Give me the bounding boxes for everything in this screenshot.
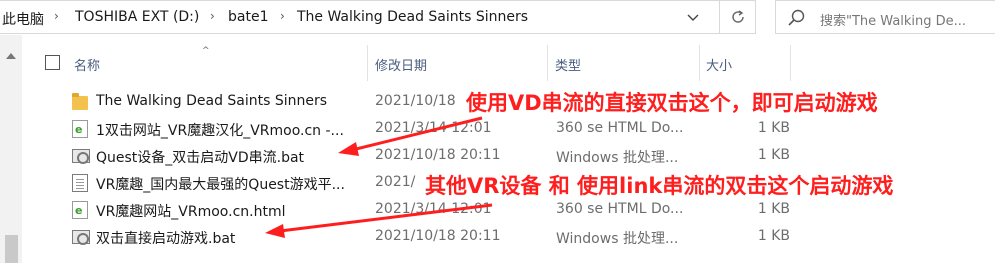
file-size: 1 KB: [757, 120, 790, 136]
breadcrumb-separator[interactable]: ›: [210, 9, 215, 23]
folder-icon: [72, 93, 88, 110]
html-file-icon: e: [72, 201, 88, 219]
breadcrumb-bate1[interactable]: bate1: [228, 9, 268, 25]
file-size: 1 KB: [757, 228, 790, 244]
column-divider[interactable]: [367, 45, 368, 81]
breadcrumb-this-pc[interactable]: 此电脑: [2, 9, 44, 29]
file-date: 2021/10/18: [375, 93, 456, 109]
column-header: ^ 名称 修改日期 类型 大小: [22, 45, 992, 81]
sort-ascending-icon: ^: [202, 46, 210, 56]
breadcrumb-drive[interactable]: TOSHIBA EXT (D:): [75, 9, 199, 25]
bat-file-icon: [72, 230, 90, 245]
file-name: The Walking Dead Saints Sinners: [96, 93, 328, 109]
file-size: 1 KB: [757, 147, 790, 163]
column-name[interactable]: 名称: [74, 55, 100, 74]
refresh-button[interactable]: [720, 0, 756, 34]
file-row-html-1[interactable]: e 1双击网站_VR魔趣汉化_VRmoo.cn -... 2021/3/14 1…: [60, 116, 995, 142]
address-history-dropdown[interactable]: [683, 8, 703, 28]
annotation-text-bottom: 其他VR设备 和 使用link串流的双击这个启动游戏: [425, 174, 894, 198]
file-type: 360 se HTML Do...: [556, 120, 684, 136]
bat-file-icon: [72, 149, 90, 164]
search-box[interactable]: 搜索"The Walking De...: [775, 0, 995, 34]
column-size[interactable]: 大小: [706, 55, 732, 74]
column-type[interactable]: 类型: [555, 55, 581, 74]
html-file-icon: e: [72, 120, 88, 138]
refresh-icon: [731, 10, 744, 23]
file-date: 2021/10/18 20:11: [375, 228, 501, 244]
file-row-html-2[interactable]: e VR魔趣网站_VRmoo.cn.html 2021/3/14 12:01 3…: [60, 197, 995, 223]
column-divider[interactable]: [699, 45, 700, 81]
breadcrumb-current-folder[interactable]: The Walking Dead Saints Sinners: [297, 9, 528, 25]
address-row: 此电脑 › TOSHIBA EXT (D:) › bate1 › The Wal…: [0, 0, 995, 35]
search-input[interactable]: 搜索"The Walking De...: [820, 10, 990, 29]
text-file-icon: [72, 174, 88, 192]
file-name: VR魔趣_国内最大最强的Quest游戏平...: [96, 177, 345, 193]
file-type: 360 se HTML Do...: [556, 201, 684, 217]
search-icon: [786, 8, 806, 28]
column-date[interactable]: 修改日期: [375, 55, 427, 74]
breadcrumb-separator[interactable]: ›: [280, 9, 285, 23]
scroll-up-icon[interactable]: [6, 53, 16, 59]
navigation-pane-edge: [0, 35, 22, 263]
file-name: Quest设备_双击启动VD串流.bat: [96, 150, 305, 166]
file-date: 2021/: [375, 174, 416, 190]
select-all-checkbox[interactable]: [45, 55, 60, 70]
file-name: VR魔趣网站_VRmoo.cn.html: [96, 204, 286, 220]
chevron-down-icon: [687, 14, 699, 21]
file-date: 2021/10/18 20:11: [375, 147, 501, 163]
column-divider[interactable]: [547, 45, 548, 81]
file-date: 2021/3/14 12:01: [375, 120, 492, 136]
column-divider[interactable]: [790, 45, 791, 81]
file-name: 1双击网站_VR魔趣汉化_VRmoo.cn -...: [96, 123, 344, 139]
file-row-bat-quest[interactable]: Quest设备_双击启动VD串流.bat 2021/10/18 20:11 Wi…: [60, 143, 995, 169]
file-type: Windows 批处理...: [556, 150, 679, 166]
annotation-text-top: 使用VD串流的直接双击这个，即可启动游戏: [466, 91, 878, 115]
file-name: 双击直接启动游戏.bat: [96, 231, 236, 247]
scrollbar-thumb[interactable]: [5, 235, 18, 263]
file-row-bat-launch[interactable]: 双击直接启动游戏.bat 2021/10/18 20:11 Windows 批处…: [60, 224, 995, 250]
file-type: Windows 批处理...: [556, 231, 679, 247]
file-date: 2021/3/14 12:01: [375, 201, 492, 217]
address-bar[interactable]: 此电脑 › TOSHIBA EXT (D:) › bate1 › The Wal…: [0, 0, 720, 34]
breadcrumb-separator[interactable]: ›: [54, 9, 59, 23]
file-size: 1 KB: [757, 201, 790, 217]
